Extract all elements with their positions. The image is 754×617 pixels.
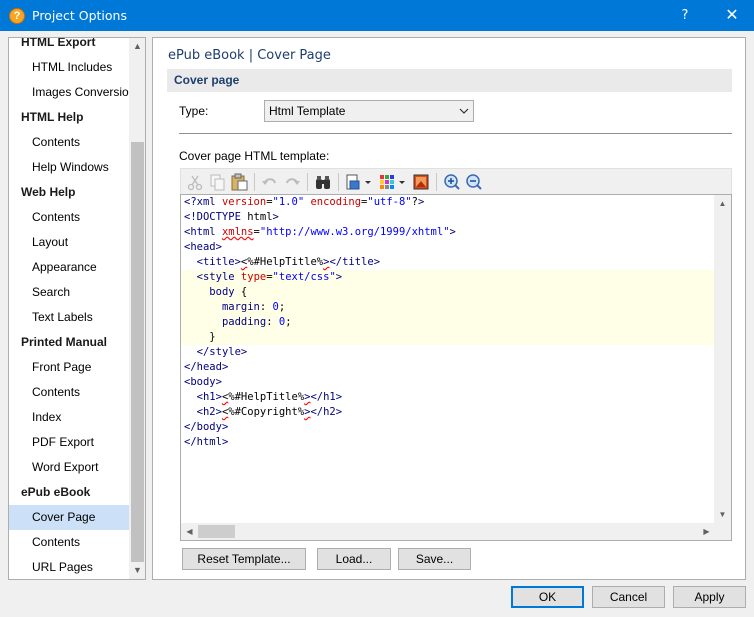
reset-template-button[interactable]: Reset Template... bbox=[182, 548, 306, 570]
tree-item-10[interactable]: Search bbox=[9, 280, 129, 305]
tree-item-2[interactable]: Images Conversion bbox=[9, 80, 135, 105]
tree-item-15[interactable]: Index bbox=[9, 405, 129, 430]
tree-item-16[interactable]: PDF Export bbox=[9, 430, 129, 455]
code-line[interactable]: </html> bbox=[181, 435, 715, 450]
code-line[interactable]: <title><%#HelpTitle%></title> bbox=[181, 255, 715, 270]
code-line[interactable]: <body> bbox=[181, 375, 715, 390]
options-tree[interactable]: HTML Export HTML Includes Images Conversio… bbox=[8, 37, 146, 580]
tree-item-17[interactable]: Word Export bbox=[9, 455, 129, 480]
code-line[interactable]: <h1><%#HelpTitle%></h1> bbox=[181, 390, 715, 405]
code-line[interactable]: </head> bbox=[181, 360, 715, 375]
tree-group-18[interactable]: ePub eBook bbox=[9, 480, 129, 505]
scroll-up-icon[interactable]: ▲ bbox=[714, 195, 731, 212]
tree-item-20[interactable]: Contents bbox=[9, 530, 129, 555]
scroll-down-icon[interactable]: ▼ bbox=[129, 562, 145, 579]
tree-item-11[interactable]: Text Labels bbox=[9, 305, 129, 330]
tree-list: HTML Export HTML Includes Images Conversio… bbox=[9, 38, 135, 579]
toolbar-separator bbox=[254, 173, 255, 191]
tree-item-19[interactable]: Cover Page bbox=[9, 505, 129, 530]
zoom-in-icon[interactable] bbox=[443, 173, 461, 191]
scroll-down-icon[interactable]: ▼ bbox=[714, 506, 731, 523]
tree-item-1[interactable]: HTML Includes bbox=[9, 55, 129, 80]
dropdown-arrow-icon[interactable] bbox=[398, 173, 406, 191]
toolbar-separator bbox=[338, 173, 339, 191]
redo-icon[interactable] bbox=[283, 173, 301, 191]
color-palette-icon[interactable] bbox=[378, 173, 396, 191]
tree-item-21[interactable]: URL Pages bbox=[9, 555, 129, 579]
undo-icon[interactable] bbox=[261, 173, 279, 191]
save-button[interactable]: Save... bbox=[398, 548, 471, 570]
tree-item-4[interactable]: Contents bbox=[9, 130, 129, 155]
help-button[interactable]: ? bbox=[668, 0, 702, 31]
tree-item-14[interactable]: Contents bbox=[9, 380, 129, 405]
load-button[interactable]: Load... bbox=[317, 548, 391, 570]
section-header: Cover page bbox=[167, 69, 732, 92]
code-line[interactable]: margin: 0; bbox=[181, 300, 715, 315]
scroll-right-icon[interactable]: ▶ bbox=[698, 523, 715, 540]
type-label: Type: bbox=[179, 104, 209, 118]
window-title: Project Options bbox=[32, 8, 127, 23]
ok-button[interactable]: OK bbox=[511, 586, 584, 608]
image-icon[interactable] bbox=[412, 173, 430, 191]
editor-vertical-scrollbar[interactable]: ▲ ▼ bbox=[714, 195, 731, 523]
paste-icon[interactable] bbox=[230, 173, 248, 191]
settings-panel: ePub eBook | Cover Page Cover page Type:… bbox=[152, 37, 746, 580]
tree-group-0[interactable]: HTML Export bbox=[9, 38, 129, 55]
insert-field-icon[interactable] bbox=[344, 173, 362, 191]
code-line[interactable]: </body> bbox=[181, 420, 715, 435]
template-label: Cover page HTML template: bbox=[179, 149, 330, 163]
code-line[interactable]: <h2><%#Copyright%></h2> bbox=[181, 405, 715, 420]
scroll-up-icon[interactable]: ▲ bbox=[129, 38, 145, 55]
code-line[interactable]: } bbox=[181, 330, 715, 345]
tree-item-8[interactable]: Layout bbox=[9, 230, 129, 255]
code-line[interactable]: <!DOCTYPE html> bbox=[181, 210, 715, 225]
tree-group-3[interactable]: HTML Help bbox=[9, 105, 129, 130]
chevron-down-icon bbox=[459, 101, 469, 129]
dropdown-arrow-icon[interactable] bbox=[364, 173, 372, 191]
code-area[interactable]: <?xml version="1.0" encoding="utf-8"?> <!… bbox=[181, 195, 715, 522]
tree-item-7[interactable]: Contents bbox=[9, 205, 129, 230]
code-line[interactable]: </style> bbox=[181, 345, 715, 360]
separator-line bbox=[179, 133, 732, 134]
type-dropdown-value: Html Template bbox=[269, 104, 346, 118]
editor-toolbar bbox=[180, 168, 732, 194]
zoom-out-icon[interactable] bbox=[465, 173, 483, 191]
tree-item-13[interactable]: Front Page bbox=[9, 355, 129, 380]
code-line[interactable]: body { bbox=[181, 285, 715, 300]
html-template-editor[interactable]: <?xml version="1.0" encoding="utf-8"?> <!… bbox=[180, 194, 732, 541]
tree-group-6[interactable]: Web Help bbox=[9, 180, 129, 205]
scroll-corner bbox=[714, 523, 731, 540]
tree-item-9[interactable]: Appearance bbox=[9, 255, 129, 280]
tree-group-12[interactable]: Printed Manual bbox=[9, 330, 129, 355]
code-line[interactable]: <head> bbox=[181, 240, 715, 255]
breadcrumb: ePub eBook | Cover Page bbox=[168, 48, 331, 63]
code-line[interactable]: <?xml version="1.0" encoding="utf-8"?> bbox=[181, 195, 715, 210]
cancel-button[interactable]: Cancel bbox=[592, 586, 665, 608]
type-dropdown[interactable]: Html Template bbox=[264, 100, 474, 122]
cut-icon[interactable] bbox=[186, 173, 204, 191]
copy-icon[interactable] bbox=[208, 173, 226, 191]
scroll-thumb[interactable] bbox=[198, 525, 235, 538]
close-button[interactable]: ✕ bbox=[712, 0, 752, 31]
code-line[interactable]: padding: 0; bbox=[181, 315, 715, 330]
app-icon: ? bbox=[9, 8, 25, 24]
editor-horizontal-scrollbar[interactable]: ◀ ▶ bbox=[181, 523, 715, 540]
toolbar-separator bbox=[436, 173, 437, 191]
code-line[interactable]: <style type="text/css"> bbox=[181, 270, 715, 285]
title-bar: ? Project Options ? ✕ bbox=[0, 0, 754, 31]
code-line[interactable]: <html xmlns="http://www.w3.org/1999/xhtm… bbox=[181, 225, 715, 240]
tree-item-5[interactable]: Help Windows bbox=[9, 155, 129, 180]
find-icon[interactable] bbox=[314, 173, 332, 191]
apply-button[interactable]: Apply bbox=[673, 586, 746, 608]
tree-scrollbar[interactable]: ▲ ▼ bbox=[129, 38, 145, 579]
scroll-left-icon[interactable]: ◀ bbox=[181, 523, 198, 540]
scroll-thumb[interactable] bbox=[131, 142, 144, 562]
toolbar-separator bbox=[307, 173, 308, 191]
